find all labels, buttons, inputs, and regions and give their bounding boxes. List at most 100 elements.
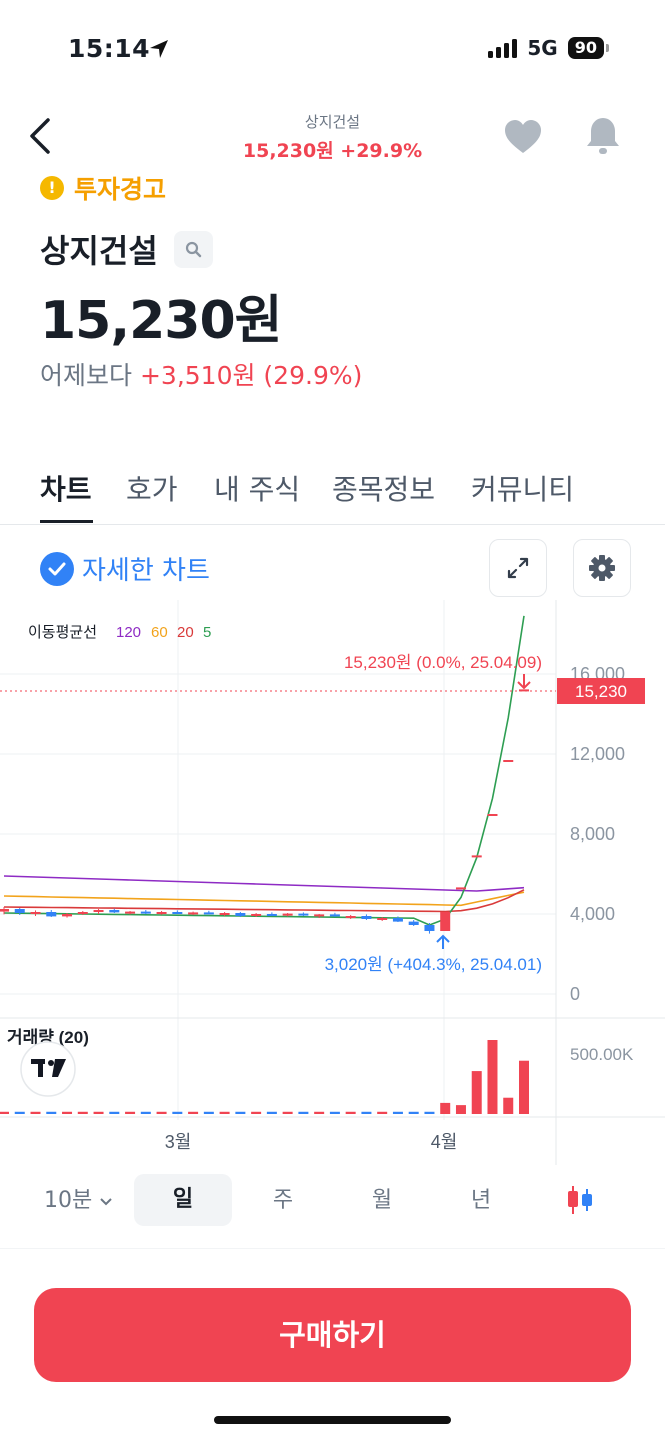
volume-bar <box>251 1111 262 1114</box>
buy-button[interactable]: 구매하기 <box>34 1288 631 1382</box>
period-week[interactable]: 주 <box>258 1182 308 1214</box>
volume-bar <box>172 1111 183 1114</box>
volume-bar <box>487 1040 498 1114</box>
candle-body <box>203 912 214 915</box>
volume-bar <box>14 1111 25 1114</box>
volume-bar <box>77 1111 88 1114</box>
ma-legend-20: 20 <box>177 624 194 641</box>
volume-y-tick: 500.00K <box>570 1045 634 1064</box>
battery-icon: 90 <box>567 37 604 59</box>
check-icon <box>48 562 66 576</box>
tab-chart[interactable]: 차트 <box>40 468 92 508</box>
ma-legend-5: 5 <box>203 624 211 641</box>
volume-bar <box>314 1111 325 1114</box>
candle-body <box>140 911 151 914</box>
candle-body <box>298 913 309 916</box>
detail-chart-checkbox[interactable] <box>40 552 74 586</box>
chart-settings-button[interactable] <box>573 539 631 597</box>
current-price: 15,230원 <box>40 291 283 351</box>
tab-stock-info[interactable]: 종목정보 <box>332 468 435 508</box>
period-10min-label: 10분 <box>44 1188 93 1213</box>
volume-bar <box>361 1111 372 1114</box>
price-chart[interactable]: 이동평균선 120 60 20 5 16,00012,0008,0004,000… <box>0 600 665 1170</box>
expand-button[interactable] <box>489 539 547 597</box>
heart-icon[interactable] <box>503 118 543 156</box>
volume-bar <box>329 1111 340 1114</box>
volume-bar <box>519 1060 529 1114</box>
high-arrow-icon <box>517 674 531 690</box>
investment-warning: ! 투자경고 <box>40 170 166 206</box>
detail-chart-label[interactable]: 자세한 차트 <box>82 550 210 587</box>
volume-bar <box>93 1111 104 1114</box>
volume-bar <box>62 1111 73 1114</box>
volume-bar <box>266 1111 277 1114</box>
tab-community[interactable]: 커뮤니티 <box>471 468 574 508</box>
volume-bar <box>125 1111 136 1114</box>
low-arrow-icon <box>436 934 450 949</box>
candle-body <box>266 914 277 916</box>
y-tick-label: 0 <box>570 984 580 1004</box>
period-day[interactable]: 일 <box>134 1174 232 1226</box>
period-month[interactable]: 월 <box>357 1182 407 1214</box>
search-icon <box>185 241 202 258</box>
volume-bar <box>408 1111 419 1114</box>
battery-cap <box>606 44 609 52</box>
candle-body <box>109 910 120 913</box>
diff-label: 어제보다 <box>40 361 133 390</box>
candle-body <box>93 910 104 912</box>
volume-bar <box>188 1111 199 1114</box>
high-annotation: 15,230원 (0.0%, 25.04.09) <box>344 653 542 672</box>
current-price-tag-text: 15,230 <box>575 682 627 701</box>
x-tick-april: 4월 <box>431 1132 458 1152</box>
candle-chart-type-icon[interactable] <box>564 1184 596 1216</box>
search-button[interactable] <box>174 231 213 268</box>
chevron-down-icon <box>100 1198 112 1206</box>
candle-body <box>487 814 498 816</box>
volume-bar <box>392 1111 403 1114</box>
ma120-line <box>3 875 525 892</box>
ma-legend-60: 60 <box>151 624 168 641</box>
period-selector: 10분 일 주 월 년 <box>0 1170 665 1230</box>
period-10min[interactable]: 10분 <box>44 1182 113 1214</box>
candle-body <box>251 914 262 916</box>
tab-my-stock[interactable]: 내 주식 <box>214 468 300 508</box>
tab-orderbook[interactable]: 호가 <box>126 468 178 508</box>
expand-icon <box>507 557 529 579</box>
volume-bar <box>471 1071 482 1114</box>
candle-body <box>188 912 199 915</box>
y-tick-label: 4,000 <box>570 904 615 924</box>
candle-body <box>440 912 451 931</box>
period-year[interactable]: 년 <box>456 1182 506 1214</box>
volume-bar <box>282 1111 293 1114</box>
volume-bar <box>46 1111 57 1114</box>
header-stock-name: 상지건설 <box>304 113 361 131</box>
bell-icon[interactable] <box>583 115 623 157</box>
volume-bar <box>0 1111 9 1114</box>
candle-body <box>503 760 514 762</box>
volume-bar <box>156 1111 167 1114</box>
candle-body <box>125 911 136 914</box>
volume-bar <box>219 1111 230 1114</box>
tradingview-logo <box>20 1041 76 1097</box>
y-tick-label: 8,000 <box>570 824 615 844</box>
header-price-change: 15,230원 +29.9% <box>242 140 423 162</box>
candle-body <box>314 914 325 917</box>
volume-bar <box>30 1111 41 1114</box>
candle-body <box>345 916 356 918</box>
candle-body <box>172 912 183 914</box>
tab-bar: 차트 호가 내 주식 종목정보 커뮤니티 <box>0 462 665 525</box>
divider <box>0 1248 665 1249</box>
y-axis-ticks: 16,00012,0008,0004,0000 <box>570 664 625 1004</box>
ma-legend-label: 이동평균선 <box>28 624 97 641</box>
gear-icon <box>589 555 615 581</box>
candle-body <box>455 887 466 890</box>
location-arrow-icon <box>150 40 168 58</box>
candle-body <box>408 921 419 925</box>
price-difference: 어제보다 +3,510원 (29.9%) <box>40 356 362 392</box>
volume-bar <box>503 1097 514 1114</box>
volume-bar <box>455 1105 466 1114</box>
volume-bar <box>345 1111 356 1114</box>
warning-icon: ! <box>40 176 64 200</box>
volume-bar <box>377 1111 388 1114</box>
volume-bar <box>203 1111 214 1114</box>
